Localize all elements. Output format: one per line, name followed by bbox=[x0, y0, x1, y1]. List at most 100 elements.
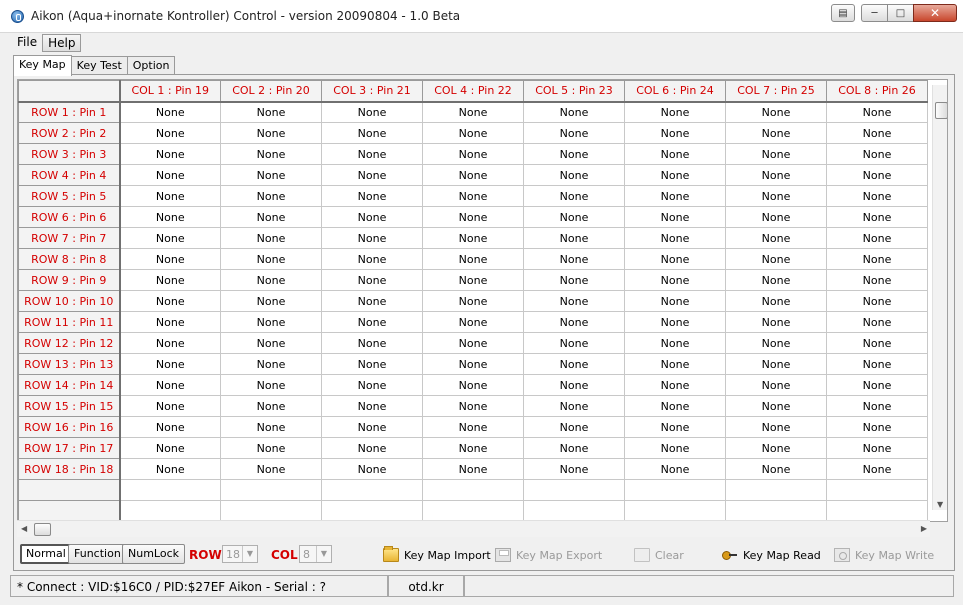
key-map-cell[interactable]: None bbox=[523, 416, 625, 438]
key-map-cell[interactable]: None bbox=[119, 227, 221, 249]
key-map-cell[interactable]: None bbox=[321, 101, 423, 123]
key-map-cell[interactable]: None bbox=[725, 269, 827, 291]
key-map-cell[interactable]: None bbox=[826, 374, 928, 396]
key-map-cell[interactable]: None bbox=[725, 164, 827, 186]
key-map-cell[interactable]: None bbox=[119, 122, 221, 144]
column-header[interactable]: COL 7 : Pin 25 bbox=[725, 80, 827, 103]
key-map-cell[interactable]: None bbox=[725, 101, 827, 123]
key-map-cell[interactable]: None bbox=[220, 458, 322, 480]
key-map-cell[interactable]: None bbox=[523, 101, 625, 123]
key-map-cell[interactable]: None bbox=[321, 185, 423, 207]
column-header[interactable]: COL 1 : Pin 19 bbox=[119, 80, 221, 103]
row-header[interactable]: ROW 4 : Pin 4 bbox=[18, 164, 121, 186]
tab-option[interactable]: Option bbox=[126, 56, 176, 75]
key-map-cell[interactable]: None bbox=[523, 311, 625, 333]
key-map-cell[interactable]: None bbox=[826, 353, 928, 375]
key-map-cell[interactable]: None bbox=[422, 269, 524, 291]
key-map-cell[interactable]: None bbox=[826, 206, 928, 228]
key-map-cell[interactable]: None bbox=[220, 437, 322, 459]
key-map-cell[interactable]: None bbox=[119, 164, 221, 186]
scroll-down-icon[interactable]: ▼ bbox=[937, 500, 943, 509]
key-map-cell[interactable]: None bbox=[523, 332, 625, 354]
close-button[interactable]: ✕ bbox=[913, 4, 957, 22]
key-map-cell[interactable]: None bbox=[422, 227, 524, 249]
col-count-select[interactable]: 8 ▼ bbox=[299, 545, 332, 563]
key-map-cell[interactable]: None bbox=[119, 353, 221, 375]
key-map-cell[interactable]: None bbox=[422, 311, 524, 333]
key-map-cell[interactable]: None bbox=[523, 374, 625, 396]
key-map-cell[interactable]: None bbox=[725, 395, 827, 417]
row-header[interactable]: ROW 8 : Pin 8 bbox=[18, 248, 121, 270]
key-map-cell[interactable]: None bbox=[119, 416, 221, 438]
key-map-cell[interactable]: None bbox=[725, 143, 827, 165]
key-map-cell[interactable]: None bbox=[220, 122, 322, 144]
key-map-cell[interactable]: None bbox=[422, 458, 524, 480]
key-map-cell[interactable]: None bbox=[220, 101, 322, 123]
column-header[interactable]: COL 5 : Pin 23 bbox=[523, 80, 625, 103]
key-map-cell[interactable]: None bbox=[119, 206, 221, 228]
key-map-cell[interactable]: None bbox=[119, 458, 221, 480]
key-map-cell[interactable]: None bbox=[826, 122, 928, 144]
row-header[interactable]: ROW 13 : Pin 13 bbox=[18, 353, 121, 375]
key-map-cell[interactable]: None bbox=[220, 332, 322, 354]
key-map-cell[interactable]: None bbox=[422, 164, 524, 186]
key-map-cell[interactable]: None bbox=[725, 122, 827, 144]
row-header[interactable]: ROW 16 : Pin 16 bbox=[18, 416, 121, 438]
key-map-cell[interactable]: None bbox=[422, 437, 524, 459]
key-map-cell[interactable]: None bbox=[624, 332, 726, 354]
key-map-cell[interactable]: None bbox=[826, 332, 928, 354]
key-map-cell[interactable]: None bbox=[725, 332, 827, 354]
key-map-cell[interactable]: None bbox=[422, 353, 524, 375]
key-map-cell[interactable]: None bbox=[321, 248, 423, 270]
key-map-write-button[interactable]: Key Map Write bbox=[834, 548, 934, 562]
key-map-cell[interactable]: None bbox=[826, 458, 928, 480]
key-map-cell[interactable]: None bbox=[725, 374, 827, 396]
key-map-cell[interactable]: None bbox=[119, 101, 221, 123]
key-map-cell[interactable]: None bbox=[725, 437, 827, 459]
key-map-cell[interactable]: None bbox=[119, 332, 221, 354]
key-map-cell[interactable]: None bbox=[826, 395, 928, 417]
key-map-cell[interactable]: None bbox=[119, 311, 221, 333]
horizontal-scroll-thumb[interactable] bbox=[34, 523, 51, 536]
key-map-cell[interactable]: None bbox=[826, 143, 928, 165]
key-map-cell[interactable]: None bbox=[725, 185, 827, 207]
vertical-scroll-thumb[interactable] bbox=[935, 102, 947, 119]
key-map-cell[interactable]: None bbox=[220, 227, 322, 249]
column-header[interactable]: COL 3 : Pin 21 bbox=[321, 80, 423, 103]
tab-key-test[interactable]: Key Test bbox=[70, 56, 128, 75]
key-map-cell[interactable]: None bbox=[523, 353, 625, 375]
key-map-cell[interactable]: None bbox=[725, 227, 827, 249]
key-map-cell[interactable]: None bbox=[624, 164, 726, 186]
key-map-cell[interactable]: None bbox=[422, 332, 524, 354]
key-map-cell[interactable]: None bbox=[321, 290, 423, 312]
key-map-cell[interactable]: None bbox=[422, 395, 524, 417]
mode-numlock-button[interactable]: NumLock bbox=[122, 544, 185, 564]
key-map-cell[interactable]: None bbox=[624, 206, 726, 228]
key-map-cell[interactable]: None bbox=[523, 185, 625, 207]
key-map-cell[interactable]: None bbox=[220, 269, 322, 291]
key-map-cell[interactable]: None bbox=[321, 227, 423, 249]
key-map-cell[interactable]: None bbox=[220, 395, 322, 417]
row-count-select[interactable]: 18 ▼ bbox=[222, 545, 258, 563]
menu-help[interactable]: Help bbox=[42, 34, 82, 52]
key-map-cell[interactable]: None bbox=[321, 143, 423, 165]
row-header[interactable]: ROW 5 : Pin 5 bbox=[18, 185, 121, 207]
row-header[interactable]: ROW 10 : Pin 10 bbox=[18, 290, 121, 312]
key-map-cell[interactable]: None bbox=[220, 374, 322, 396]
key-map-export-button[interactable]: Key Map Export bbox=[495, 548, 602, 562]
key-map-cell[interactable]: None bbox=[220, 185, 322, 207]
key-map-cell[interactable]: None bbox=[826, 227, 928, 249]
key-map-grid[interactable]: COL 1 : Pin 19 COL 2 : Pin 20 COL 3 : Pin … bbox=[17, 79, 948, 522]
horizontal-scrollbar[interactable]: ◀ ▶ bbox=[17, 520, 930, 537]
key-map-cell[interactable]: None bbox=[422, 101, 524, 123]
key-map-cell[interactable]: None bbox=[523, 164, 625, 186]
title-bar[interactable]: Aikon (Aqua+inornate Kontroller) Control… bbox=[0, 0, 963, 33]
key-map-cell[interactable]: None bbox=[119, 143, 221, 165]
restore-extra-button[interactable]: ▤ bbox=[831, 4, 855, 22]
column-header[interactable]: COL 2 : Pin 20 bbox=[220, 80, 322, 103]
key-map-cell[interactable]: None bbox=[321, 458, 423, 480]
row-header[interactable]: ROW 1 : Pin 1 bbox=[18, 101, 121, 123]
grid-corner[interactable] bbox=[18, 80, 121, 103]
key-map-cell[interactable]: None bbox=[624, 248, 726, 270]
key-map-cell[interactable]: None bbox=[725, 416, 827, 438]
